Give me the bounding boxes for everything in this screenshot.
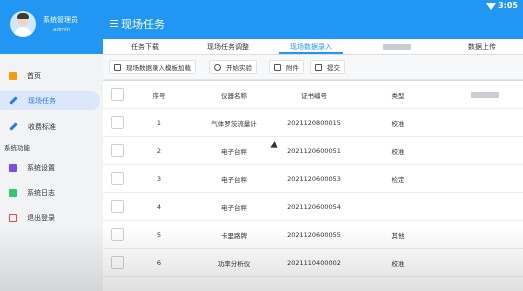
cell-cert: 2021120800015 <box>287 119 341 127</box>
tab-task-download[interactable]: 任务下载 <box>103 39 187 54</box>
row-checkbox[interactable] <box>111 172 124 185</box>
column-header-type: 类型 <box>391 92 405 100</box>
avatar <box>10 11 36 37</box>
cell-name: 电子台秤 <box>221 204 247 212</box>
user-profile[interactable]: 系统管理员 admin <box>0 0 103 54</box>
tab-field-data-entry[interactable]: 现场数据录入 <box>269 39 353 54</box>
row-checkbox[interactable] <box>111 256 124 269</box>
cell-type: 其他 <box>391 232 405 240</box>
settings-icon <box>9 163 17 172</box>
tab-data-upload[interactable]: 数据上传 <box>441 39 523 54</box>
tab-redacted[interactable] <box>353 39 441 54</box>
column-header-cert: 证书编号 <box>301 92 327 100</box>
tab-bar: 任务下载 现场任务调整 现场数据录入 数据上传 <box>103 39 523 54</box>
sidebar-item-field-tasks[interactable]: 现场任务 <box>0 91 100 110</box>
cell-cert: 2021110400002 <box>287 259 341 267</box>
sidebar-item-label: 现场任务 <box>28 96 56 105</box>
cell-cert: 2021120600054 <box>287 203 341 211</box>
cell-type: 校准 <box>391 260 405 268</box>
sidebar-item-logout[interactable]: 退出登录 <box>0 208 100 227</box>
redacted-label <box>383 43 411 50</box>
cell-name: 功率分析仪 <box>217 260 251 268</box>
page-title: 现场任务 <box>121 18 165 31</box>
load-template-label: 现场数据录入模板加载 <box>126 64 191 72</box>
column-header-name: 仪器名称 <box>221 92 247 100</box>
cell-no: 2 <box>156 147 162 155</box>
cell-type: 检定 <box>391 176 405 184</box>
cell-name: 电子台秤 <box>221 148 247 156</box>
sidebar-item-label: 首页 <box>27 71 41 80</box>
sidebar-item-label: 系统设置 <box>27 163 55 172</box>
cell-cert: 2021120600051 <box>287 147 341 155</box>
row-checkbox[interactable] <box>111 200 124 213</box>
cell-no: 3 <box>156 175 162 183</box>
user-account: admin <box>53 27 71 33</box>
column-header-redacted <box>455 81 515 109</box>
submit-icon <box>315 63 322 71</box>
cell-name: 电子台秤 <box>221 176 247 184</box>
sidebar-section-title: 系统功能 <box>4 144 30 152</box>
cell-cert: 2021120600055 <box>287 231 341 239</box>
tab-field-task-adjust[interactable]: 现场任务调整 <box>187 39 269 54</box>
table-row[interactable]: 2 电子台秤 2021120600051 校准 <box>103 137 523 165</box>
cell-no: 4 <box>156 203 162 211</box>
start-experiment-button[interactable]: 开始实验 <box>209 60 257 74</box>
sidebar: 系统管理员 admin 首页 现场任务 收费标准 系统功能 系统设置 系统日志 … <box>0 0 103 291</box>
file-icon <box>9 71 17 80</box>
table-row[interactable]: 6 功率分析仪 2021110400002 校准 <box>103 249 523 277</box>
sidebar-item-fee-standard[interactable]: 收费标准 <box>0 117 100 136</box>
toolbar: 现场数据录入模板加载 开始实验 附件 提交 <box>103 55 523 80</box>
menu-icon[interactable] <box>110 20 118 27</box>
cell-type: 校准 <box>391 148 405 156</box>
table-row[interactable]: 1 气体罗茨流量计 2021120800015 校准 <box>103 109 523 137</box>
status-time: 3:05 <box>498 1 518 10</box>
table-header-row: 序号 仪器名称 证书编号 类型 <box>103 81 523 109</box>
cell-no: 5 <box>156 231 162 239</box>
sidebar-item-label: 收费标准 <box>28 122 56 131</box>
user-name: 系统管理员 <box>43 16 78 24</box>
cell-name: 卡里路牌 <box>221 232 247 240</box>
column-header-no: 序号 <box>152 92 166 100</box>
grid-icon <box>114 63 121 71</box>
play-icon <box>214 63 221 71</box>
row-checkbox[interactable] <box>111 228 124 241</box>
attachment-label: 附件 <box>286 64 299 72</box>
select-all-checkbox[interactable] <box>111 88 124 101</box>
sidebar-item-home[interactable]: 首页 <box>0 66 100 85</box>
attachment-button[interactable]: 附件 <box>269 60 304 74</box>
cell-cert: 2021120600053 <box>287 175 341 183</box>
submit-label: 提交 <box>327 64 340 72</box>
sidebar-item-system-settings[interactable]: 系统设置 <box>0 158 100 177</box>
sidebar-item-label: 退出登录 <box>27 213 55 222</box>
cell-name: 气体罗茨流量计 <box>211 120 257 128</box>
cell-no: 1 <box>156 119 162 127</box>
data-table: 序号 仪器名称 证书编号 类型 1 气体罗茨流量计 2021120800015 … <box>103 81 523 291</box>
row-checkbox[interactable] <box>111 144 124 157</box>
pen-icon <box>9 96 18 105</box>
sidebar-item-system-log[interactable]: 系统日志 <box>0 183 100 202</box>
cell-type: 校准 <box>391 120 405 128</box>
table-row[interactable]: 5 卡里路牌 2021120600055 其他 <box>103 221 523 249</box>
logout-icon <box>9 213 17 222</box>
redacted-label <box>471 92 499 98</box>
table-row[interactable]: 4 电子台秤 2021120600054 <box>103 193 523 221</box>
log-icon <box>9 188 17 197</box>
submit-button[interactable]: 提交 <box>310 60 345 74</box>
attachment-icon <box>274 63 281 71</box>
start-experiment-label: 开始实验 <box>226 64 252 72</box>
pen-icon <box>9 122 18 131</box>
cell-type <box>373 193 423 221</box>
sidebar-item-label: 系统日志 <box>27 188 55 197</box>
load-template-button[interactable]: 现场数据录入模板加载 <box>109 60 196 74</box>
table-row[interactable]: 3 电子台秤 2021120600053 检定 <box>103 165 523 193</box>
wifi-icon <box>486 3 496 10</box>
row-checkbox[interactable] <box>111 116 124 129</box>
cell-no: 6 <box>156 259 162 267</box>
